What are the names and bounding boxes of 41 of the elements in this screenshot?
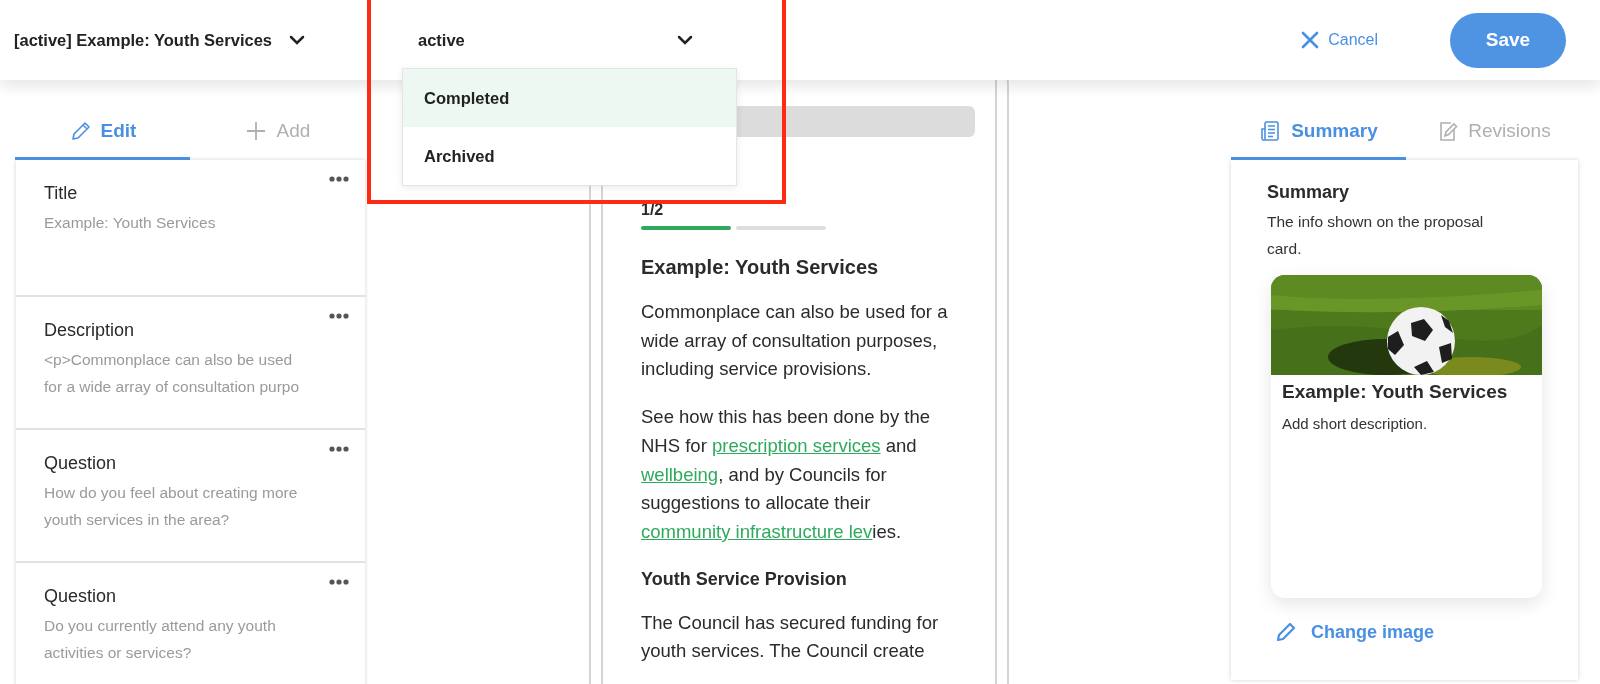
document-icon	[1259, 120, 1282, 142]
field-label: Description	[44, 319, 135, 342]
section-heading: Youth Service Provision	[641, 568, 848, 590]
field-value: Do you currently attend any youth activities or services?	[44, 616, 277, 664]
change-image-link[interactable]: Change image	[1275, 621, 1435, 643]
field-card[interactable]: Question How do you feel about creating more youth services in the area?	[16, 430, 365, 563]
field-label: Question	[44, 452, 117, 475]
pencil-icon	[1275, 621, 1297, 643]
more-icon[interactable]	[329, 176, 349, 182]
link[interactable]: wellbeing	[641, 463, 719, 485]
field-value: How do you feel about creating more youth services in the area?	[44, 483, 299, 531]
link[interactable]: community infrastructure lev	[641, 520, 873, 542]
cancel-button[interactable]: Cancel	[1301, 31, 1378, 49]
card-title: Example: Youth Services	[1282, 381, 1509, 403]
dropdown-option[interactable]: Archived	[403, 127, 736, 185]
status-select[interactable]: active	[404, 20, 704, 60]
close-icon	[1301, 31, 1320, 49]
more-icon[interactable]	[329, 579, 349, 585]
more-icon[interactable]	[329, 446, 349, 452]
field-label: Question	[44, 585, 117, 608]
more-icon[interactable]	[329, 313, 349, 319]
field-card[interactable]: Question Do you currently attend any youth activities or services?	[16, 563, 365, 684]
link[interactable]: prescription services	[711, 434, 881, 456]
document-select[interactable]: [active] Example: Youth Services	[14, 30, 404, 50]
save-button[interactable]: Save	[1450, 12, 1566, 68]
dropdown-option[interactable]: Completed	[403, 69, 736, 127]
field-value: <p>Commonplace can also be used for a wide array of consultation purpo	[44, 350, 301, 398]
field-value: Example: Youth Services	[44, 213, 217, 234]
field-card[interactable]: Title Example: Youth Services	[16, 160, 365, 297]
section-description: The info shown on the proposal card.	[1267, 212, 1485, 259]
paragraph: The Council has secured funding for youth services. The Council create	[641, 610, 940, 664]
field-card[interactable]: Description <p>Commonplace can also be used for a wide array of consultation purpo	[16, 297, 365, 430]
tab[interactable]: Add	[190, 113, 365, 160]
field-label: Title	[44, 182, 78, 205]
paragraph: See how this has been done by the NHS for prescription services and wellbeing, and by Councils for suggestions to allocate their community infrastructure levies.	[641, 405, 932, 544]
preview-title: Example: Youth Services	[641, 256, 880, 279]
tab[interactable]: Revisions	[1406, 113, 1581, 160]
paragraph: Commonplace can also be used for a wide array of consultation purposes, including service provisions.	[641, 300, 949, 382]
section-heading: Summary	[1267, 181, 1351, 203]
card-description: Add short description.	[1282, 415, 1429, 432]
plus-icon	[244, 120, 267, 142]
